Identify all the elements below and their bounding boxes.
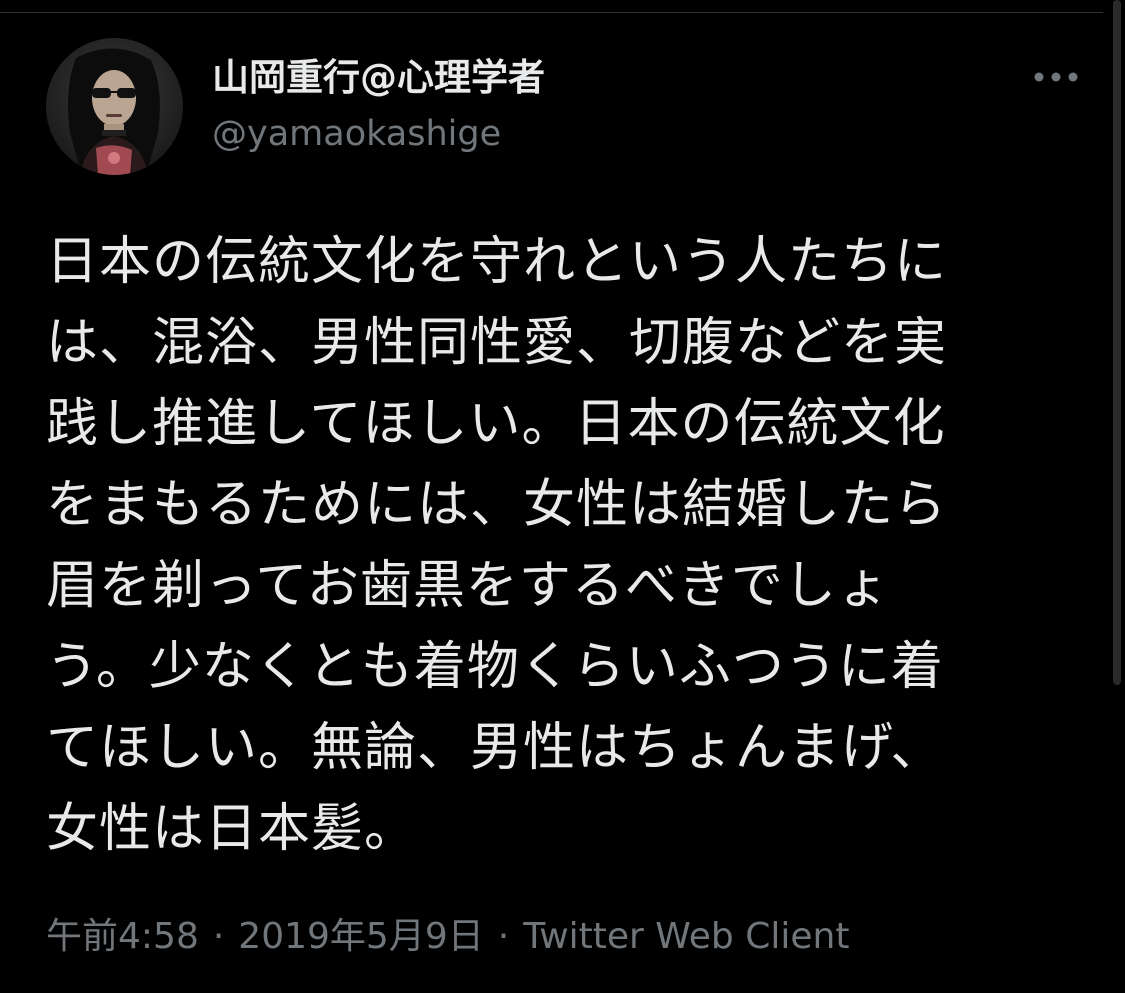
avatar-photo-icon	[46, 38, 183, 175]
author-handle[interactable]: @yamaokashige	[212, 112, 501, 156]
meta-separator: ·	[212, 916, 225, 957]
more-horizontal-icon	[1034, 72, 1078, 82]
tweet-metadata: 午前4:58 · 2019年5月9日 · Twitter Web Client	[46, 912, 849, 962]
scrollbar-thumb[interactable]	[1113, 0, 1121, 685]
scrollbar[interactable]	[1103, 0, 1125, 993]
tweet-text: 日本の伝統文化を守れという人たちに は、混浴、男性同性愛、切腹などを実 践し推進…	[46, 232, 948, 859]
tweet-date[interactable]: 2019年5月9日	[238, 912, 483, 962]
tweet-time[interactable]: 午前4:58	[46, 912, 199, 962]
more-options-button[interactable]	[1030, 60, 1082, 94]
author-display-name[interactable]: 山岡重行@心理学者	[212, 56, 545, 100]
top-divider	[0, 0, 1103, 13]
avatar[interactable]	[46, 38, 183, 175]
tweet-client-link[interactable]: Twitter Web Client	[523, 912, 849, 962]
meta-separator: ·	[497, 916, 510, 957]
